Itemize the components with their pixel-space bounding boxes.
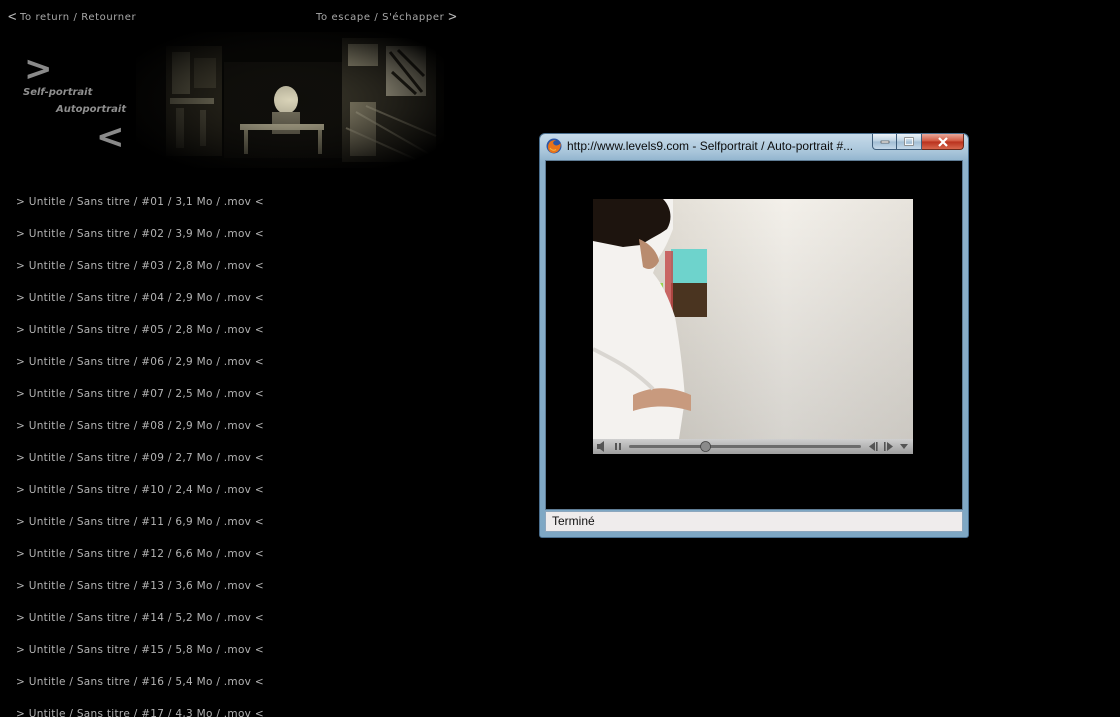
return-label: To return / Retourner xyxy=(20,11,137,23)
minimize-button[interactable] xyxy=(872,134,897,150)
menu-triangle-icon[interactable] xyxy=(900,444,908,449)
window-buttons xyxy=(872,134,964,152)
controls-bar xyxy=(597,441,908,452)
logo-title-english: Self-portrait xyxy=(23,87,93,98)
close-button[interactable] xyxy=(922,134,964,150)
right-arrow-icon: > xyxy=(448,9,458,25)
popup-window: http://www.levels9.com - Selfportrait / … xyxy=(539,133,969,538)
video-list-item[interactable]: > Untitle / Sans titre / #13 / 3,6 Mo / … xyxy=(16,576,264,608)
maximize-button[interactable] xyxy=(897,134,922,150)
close-icon xyxy=(937,136,948,147)
page: < To return / Retourner To escape / S'éc… xyxy=(0,0,1120,717)
video-list-item[interactable]: > Untitle / Sans titre / #06 / 2,9 Mo / … xyxy=(16,352,264,384)
logo-title-french: Autoportrait xyxy=(56,104,127,115)
escape-label: To escape / S'échapper xyxy=(316,11,445,23)
firefox-icon xyxy=(546,138,562,154)
video-list-item[interactable]: > Untitle / Sans titre / #01 / 3,1 Mo / … xyxy=(16,192,264,224)
popup-titlebar[interactable]: http://www.levels9.com - Selfportrait / … xyxy=(540,134,968,158)
return-link[interactable]: < To return / Retourner xyxy=(8,8,136,26)
video-list-item[interactable]: > Untitle / Sans titre / #02 / 3,9 Mo / … xyxy=(16,224,264,256)
logo-right-chevron: > xyxy=(24,49,53,89)
player-controls xyxy=(593,439,913,454)
minimize-icon xyxy=(880,140,889,143)
pause-icon[interactable] xyxy=(615,443,621,450)
step-back-icon[interactable] xyxy=(869,442,878,451)
speaker-icon[interactable] xyxy=(597,441,604,452)
status-bar: Terminé xyxy=(545,511,963,532)
left-arrow-icon: < xyxy=(8,9,18,25)
video-list-item[interactable]: > Untitle / Sans titre / #15 / 5,8 Mo / … xyxy=(16,640,264,672)
video-list-item[interactable]: > Untitle / Sans titre / #03 / 2,8 Mo / … xyxy=(16,256,264,288)
seek-track[interactable] xyxy=(629,445,861,448)
video-list-item[interactable]: > Untitle / Sans titre / #14 / 5,2 Mo / … xyxy=(16,608,264,640)
video-list-item[interactable]: > Untitle / Sans titre / #11 / 6,9 Mo / … xyxy=(16,512,264,544)
video-list-item[interactable]: > Untitle / Sans titre / #10 / 2,4 Mo / … xyxy=(16,480,264,512)
video-frame[interactable] xyxy=(593,199,913,439)
video-list: > Untitle / Sans titre / #01 / 3,1 Mo / … xyxy=(16,192,264,717)
video-list-item[interactable]: > Untitle / Sans titre / #17 / 4,3 Mo / … xyxy=(16,704,264,717)
video-list-item[interactable]: > Untitle / Sans titre / #08 / 2,9 Mo / … xyxy=(16,416,264,448)
video-list-item[interactable]: > Untitle / Sans titre / #04 / 2,9 Mo / … xyxy=(16,288,264,320)
maximize-icon xyxy=(904,137,914,146)
video-list-item[interactable]: > Untitle / Sans titre / #07 / 2,5 Mo / … xyxy=(16,384,264,416)
popup-content xyxy=(545,160,963,510)
video-list-item[interactable]: > Untitle / Sans titre / #16 / 5,4 Mo / … xyxy=(16,672,264,704)
escape-link[interactable]: To escape / S'échapper > xyxy=(316,8,457,26)
logo-left-chevron: < xyxy=(96,117,125,157)
video-list-item[interactable]: > Untitle / Sans titre / #09 / 2,7 Mo / … xyxy=(16,448,264,480)
video-list-item[interactable]: > Untitle / Sans titre / #05 / 2,8 Mo / … xyxy=(16,320,264,352)
seek-knob[interactable] xyxy=(700,441,711,452)
header-banner-image xyxy=(136,32,444,168)
step-forward-icon[interactable] xyxy=(884,442,893,451)
popup-title: http://www.levels9.com - Selfportrait / … xyxy=(567,139,854,153)
video-list-item[interactable]: > Untitle / Sans titre / #12 / 6,6 Mo / … xyxy=(16,544,264,576)
